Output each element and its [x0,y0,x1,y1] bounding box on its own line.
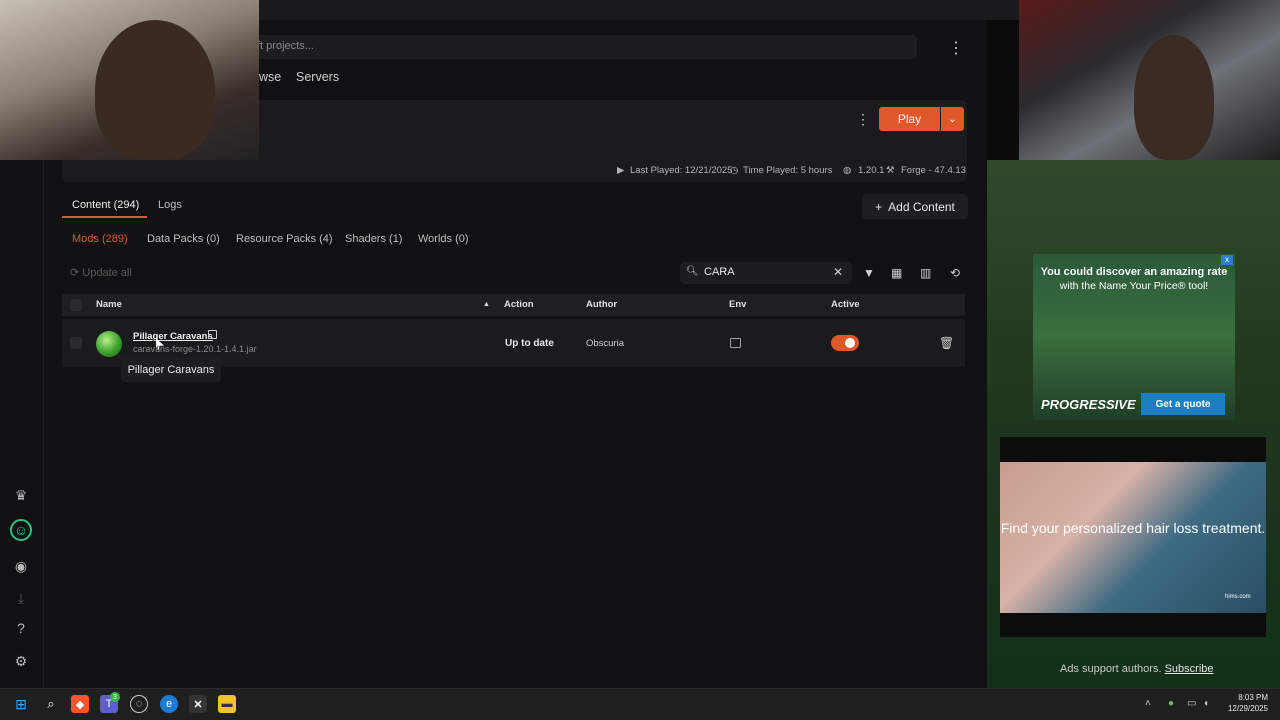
controller-icon: ◍ [843,165,852,176]
person-silhouette [1134,35,1214,160]
game-version: 1.20.1 [858,165,885,176]
col-active: Active [831,299,860,310]
chevron-down-icon: ⌄ [948,113,957,125]
download-icon[interactable]: ⤓ [10,587,32,609]
ads-support-note: Ads support authors. Subscribe [1060,663,1214,675]
webcam-feed-left [0,0,259,160]
mod-emerald-icon [96,331,122,357]
play-dropdown-button[interactable]: ⌄ [941,107,964,131]
update-all-label: Update all [82,267,132,279]
trash-icon[interactable]: 🗑︎ [939,336,954,350]
play-button[interactable]: Play [879,107,940,131]
grid-view-icon[interactable]: ▦ [891,266,902,280]
filter-input[interactable]: CARA [680,262,852,284]
clear-icon[interactable]: ✕ [833,265,843,279]
clock-time: 8:03 PM [1238,693,1268,702]
ad1-headline: You could discover an amazing rate [1040,266,1228,278]
row-checkbox[interactable] [70,337,82,349]
add-content-label: Add Content [888,199,955,214]
search-input[interactable]: ft projects... [245,35,917,59]
select-all-checkbox[interactable] [70,299,82,311]
add-content-button[interactable]: + Add Content [862,194,968,219]
sync-icon[interactable]: ⟲ [950,266,960,280]
more-options-icon[interactable]: ⋮ [948,38,964,58]
get-quote-button[interactable]: Get a quote [1141,393,1225,415]
microphone-icon[interactable]: ● [1168,698,1174,709]
nav-servers[interactable]: Servers [296,70,339,84]
brave-browser-icon[interactable]: ◆ [71,695,89,713]
app-circle-icon[interactable]: ◌ [130,695,148,713]
system-clock[interactable]: 8:03 PM 12/29/2025 [1222,692,1268,714]
plus-icon: + [875,199,883,214]
tab-logs[interactable]: Logs [158,199,182,211]
subtab-resource-packs[interactable]: Resource Packs (4) [236,233,333,245]
notification-badge: 3 [110,692,120,702]
subtab-data-packs[interactable]: Data Packs (0) [147,233,220,245]
mod-filename: caravans-forge-1.20.1-1.4.1.jar [133,344,257,354]
ad2-image [1000,462,1266,613]
col-action: Action [504,299,534,310]
timer-icon: ◷ [730,165,739,176]
sort-up-icon[interactable]: ▲ [483,301,490,308]
clock-date: 12/29/2025 [1227,704,1268,713]
copy-icon[interactable] [208,330,217,339]
person-silhouette [95,20,215,160]
taskbar-search-icon[interactable]: ⌕ [42,695,60,713]
ad2-headline: Find your personalized hair loss treatme… [1000,520,1266,536]
instance-more-icon[interactable]: ⋮ [856,111,870,128]
nav-browse[interactable]: wse [259,70,281,84]
webcam-feed-right [1019,0,1280,160]
toggle-knob [845,338,855,348]
ad1-subheadline: with the Name Your Price® tool! [1059,280,1209,292]
subtab-worlds[interactable]: Worlds (0) [418,233,469,245]
edge-browser-icon[interactable]: e [160,695,178,713]
mod-name-link[interactable]: Pillager Caravans [133,331,213,342]
columns-icon[interactable]: ▥ [920,266,931,280]
mod-action-status: Up to date [505,338,554,349]
last-played: Last Played: 12/21/2025 [630,165,733,176]
crown-icon[interactable]: ♛ [10,484,32,506]
filter-icon[interactable]: ▼ [863,266,875,280]
modrinth-app-icon[interactable]: ✕ [189,695,207,713]
tab-content[interactable]: Content (294) [72,199,139,211]
network-icon[interactable]: ▭ [1187,698,1196,709]
settings-gear-icon[interactable]: ⚙ [10,650,32,672]
time-played: Time Played: 5 hours [743,165,833,176]
help-icon[interactable]: ? [10,617,32,639]
subtab-mods[interactable]: Mods (289) [72,233,128,245]
loader-version: Forge - 47.4.13 [901,165,966,176]
discord-icon[interactable]: ◉ [10,555,32,577]
update-all-button[interactable]: ⟳ Update all [70,266,132,279]
ads-note-text: Ads support authors. [1060,663,1162,675]
anvil-icon: ⚒ [886,165,895,176]
active-tab-indicator [62,216,147,218]
search-icon: 🔍︎ [686,266,699,277]
volume-icon[interactable]: ◖ [1203,698,1209,709]
profile-avatar-icon[interactable]: ☺ [10,519,32,541]
subscribe-link[interactable]: Subscribe [1165,663,1214,675]
ad1-brand-logo: PROGRESSIVE [1041,397,1136,412]
refresh-icon: ⟳ [70,267,80,279]
mod-author[interactable]: Obscuria [586,338,624,349]
search-placeholder: ft projects... [257,40,314,52]
windows-start-icon[interactable]: ⊞ [12,695,30,713]
play-triangle-icon: ▶ [617,165,625,176]
col-author: Author [586,299,618,310]
col-name[interactable]: Name [96,299,122,310]
col-env: Env [729,299,747,310]
ad-close-icon[interactable]: x [1221,255,1233,265]
tray-chevron-icon[interactable]: ˄ [1145,698,1151,709]
server-env-icon [730,338,741,348]
subtab-shaders[interactable]: Shaders (1) [345,233,402,245]
tooltip: Pillager Caravans [121,357,221,382]
file-explorer-icon[interactable]: ▬ [218,695,236,713]
ad2-brand: hims.com [1225,594,1251,600]
